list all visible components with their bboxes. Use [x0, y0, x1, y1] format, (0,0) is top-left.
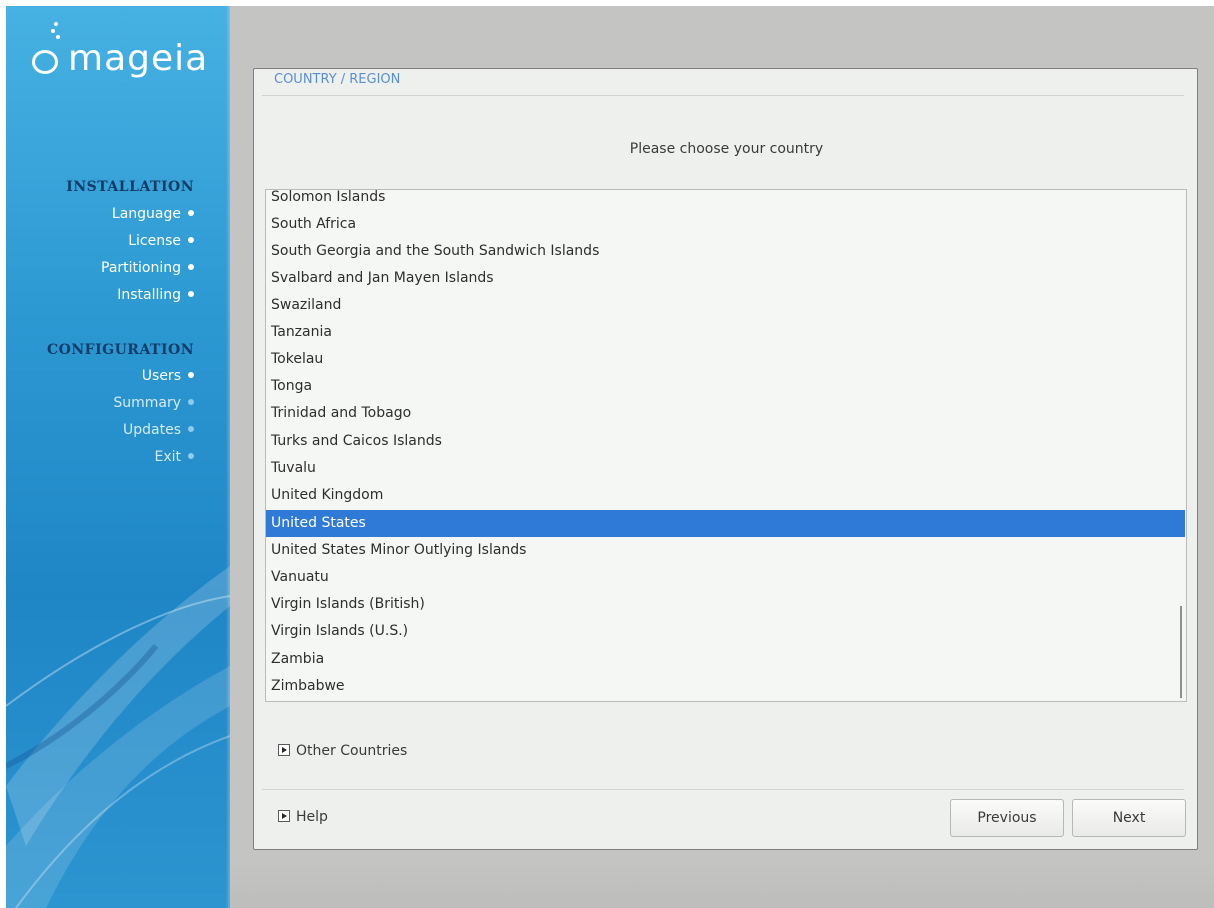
step-label: Updates — [123, 422, 181, 438]
help-label: Help — [296, 809, 328, 825]
list-item[interactable]: Svalbard and Jan Mayen Islands — [266, 265, 1186, 292]
step-status-dot-icon — [188, 426, 194, 432]
step-label: Partitioning — [101, 260, 181, 276]
help-expander[interactable]: Help — [278, 809, 328, 825]
other-countries-label: Other Countries — [296, 743, 408, 759]
previous-button[interactable]: Previous — [950, 799, 1064, 837]
footer-divider — [262, 789, 1184, 790]
list-item[interactable]: Tokelau — [266, 346, 1186, 373]
country-list[interactable]: Solomon Islands South Africa South Georg… — [265, 189, 1187, 702]
list-item[interactable]: Swaziland — [266, 292, 1186, 319]
step-updates: Updates — [123, 422, 194, 438]
list-item[interactable]: South Georgia and the South Sandwich Isl… — [266, 238, 1186, 265]
step-status-dot-icon — [188, 291, 194, 297]
step-status-dot-icon — [188, 210, 194, 216]
list-item[interactable]: Tuvalu — [266, 455, 1186, 482]
step-license: License — [128, 233, 194, 249]
section-title-configuration: CONFIGURATION — [47, 342, 194, 358]
sidebar-swoosh-decoration — [6, 566, 230, 908]
list-item[interactable]: Trinidad and Tobago — [266, 400, 1186, 427]
step-partitioning: Partitioning — [101, 260, 194, 276]
step-status-dot-icon — [188, 264, 194, 270]
desktop-bottom-band — [230, 860, 1214, 908]
list-scrollbar[interactable] — [1180, 606, 1182, 698]
country-dialog: COUNTRY / REGION Please choose your coun… — [253, 68, 1198, 850]
list-item[interactable]: Zimbabwe — [266, 673, 1186, 700]
logo-wordmark: mageia — [68, 38, 209, 79]
mageia-logo: mageia — [28, 20, 228, 80]
list-item[interactable]: South Africa — [266, 211, 1186, 238]
step-status-dot-icon — [188, 372, 194, 378]
list-item[interactable]: Solomon Islands — [266, 190, 1186, 211]
expand-arrow-icon — [278, 744, 290, 756]
installer-sidebar: mageia INSTALLATION Language License Par… — [6, 6, 230, 908]
other-countries-expander[interactable]: Other Countries — [278, 743, 407, 759]
next-button[interactable]: Next — [1072, 799, 1186, 837]
step-label: Users — [141, 368, 181, 384]
step-status-dot-icon — [188, 237, 194, 243]
list-item[interactable]: Virgin Islands (British) — [266, 591, 1186, 618]
list-item[interactable]: Zambia — [266, 646, 1186, 673]
step-status-dot-icon — [188, 399, 194, 405]
step-users: Users — [142, 368, 194, 384]
logo-dots-icon — [48, 22, 64, 44]
section-title-installation: INSTALLATION — [66, 179, 194, 195]
list-item-selected[interactable]: United States — [266, 510, 1185, 537]
step-status-dot-icon — [188, 453, 194, 459]
dialog-title: COUNTRY / REGION — [274, 72, 401, 87]
list-item[interactable]: Turks and Caicos Islands — [266, 428, 1186, 455]
step-label: License — [128, 233, 181, 249]
list-item[interactable]: Tanzania — [266, 319, 1186, 346]
step-label: Exit — [154, 449, 181, 465]
step-label: Language — [111, 206, 181, 222]
title-divider — [262, 95, 1184, 96]
step-language: Language — [112, 206, 194, 222]
step-exit: Exit — [154, 449, 194, 465]
step-label: Summary — [113, 395, 181, 411]
dialog-prompt: Please choose your country — [629, 141, 824, 157]
list-item[interactable]: Vanuatu — [266, 564, 1186, 591]
logo-cauldron-icon — [32, 50, 58, 74]
list-item[interactable]: United States Minor Outlying Islands — [266, 537, 1186, 564]
expand-arrow-icon — [278, 810, 290, 822]
list-item[interactable]: United Kingdom — [266, 482, 1186, 509]
list-item[interactable]: Virgin Islands (U.S.) — [266, 618, 1186, 645]
step-label: Installing — [117, 287, 181, 303]
step-summary: Summary — [113, 395, 194, 411]
list-item[interactable]: Tonga — [266, 373, 1186, 400]
step-installing: Installing — [117, 287, 194, 303]
